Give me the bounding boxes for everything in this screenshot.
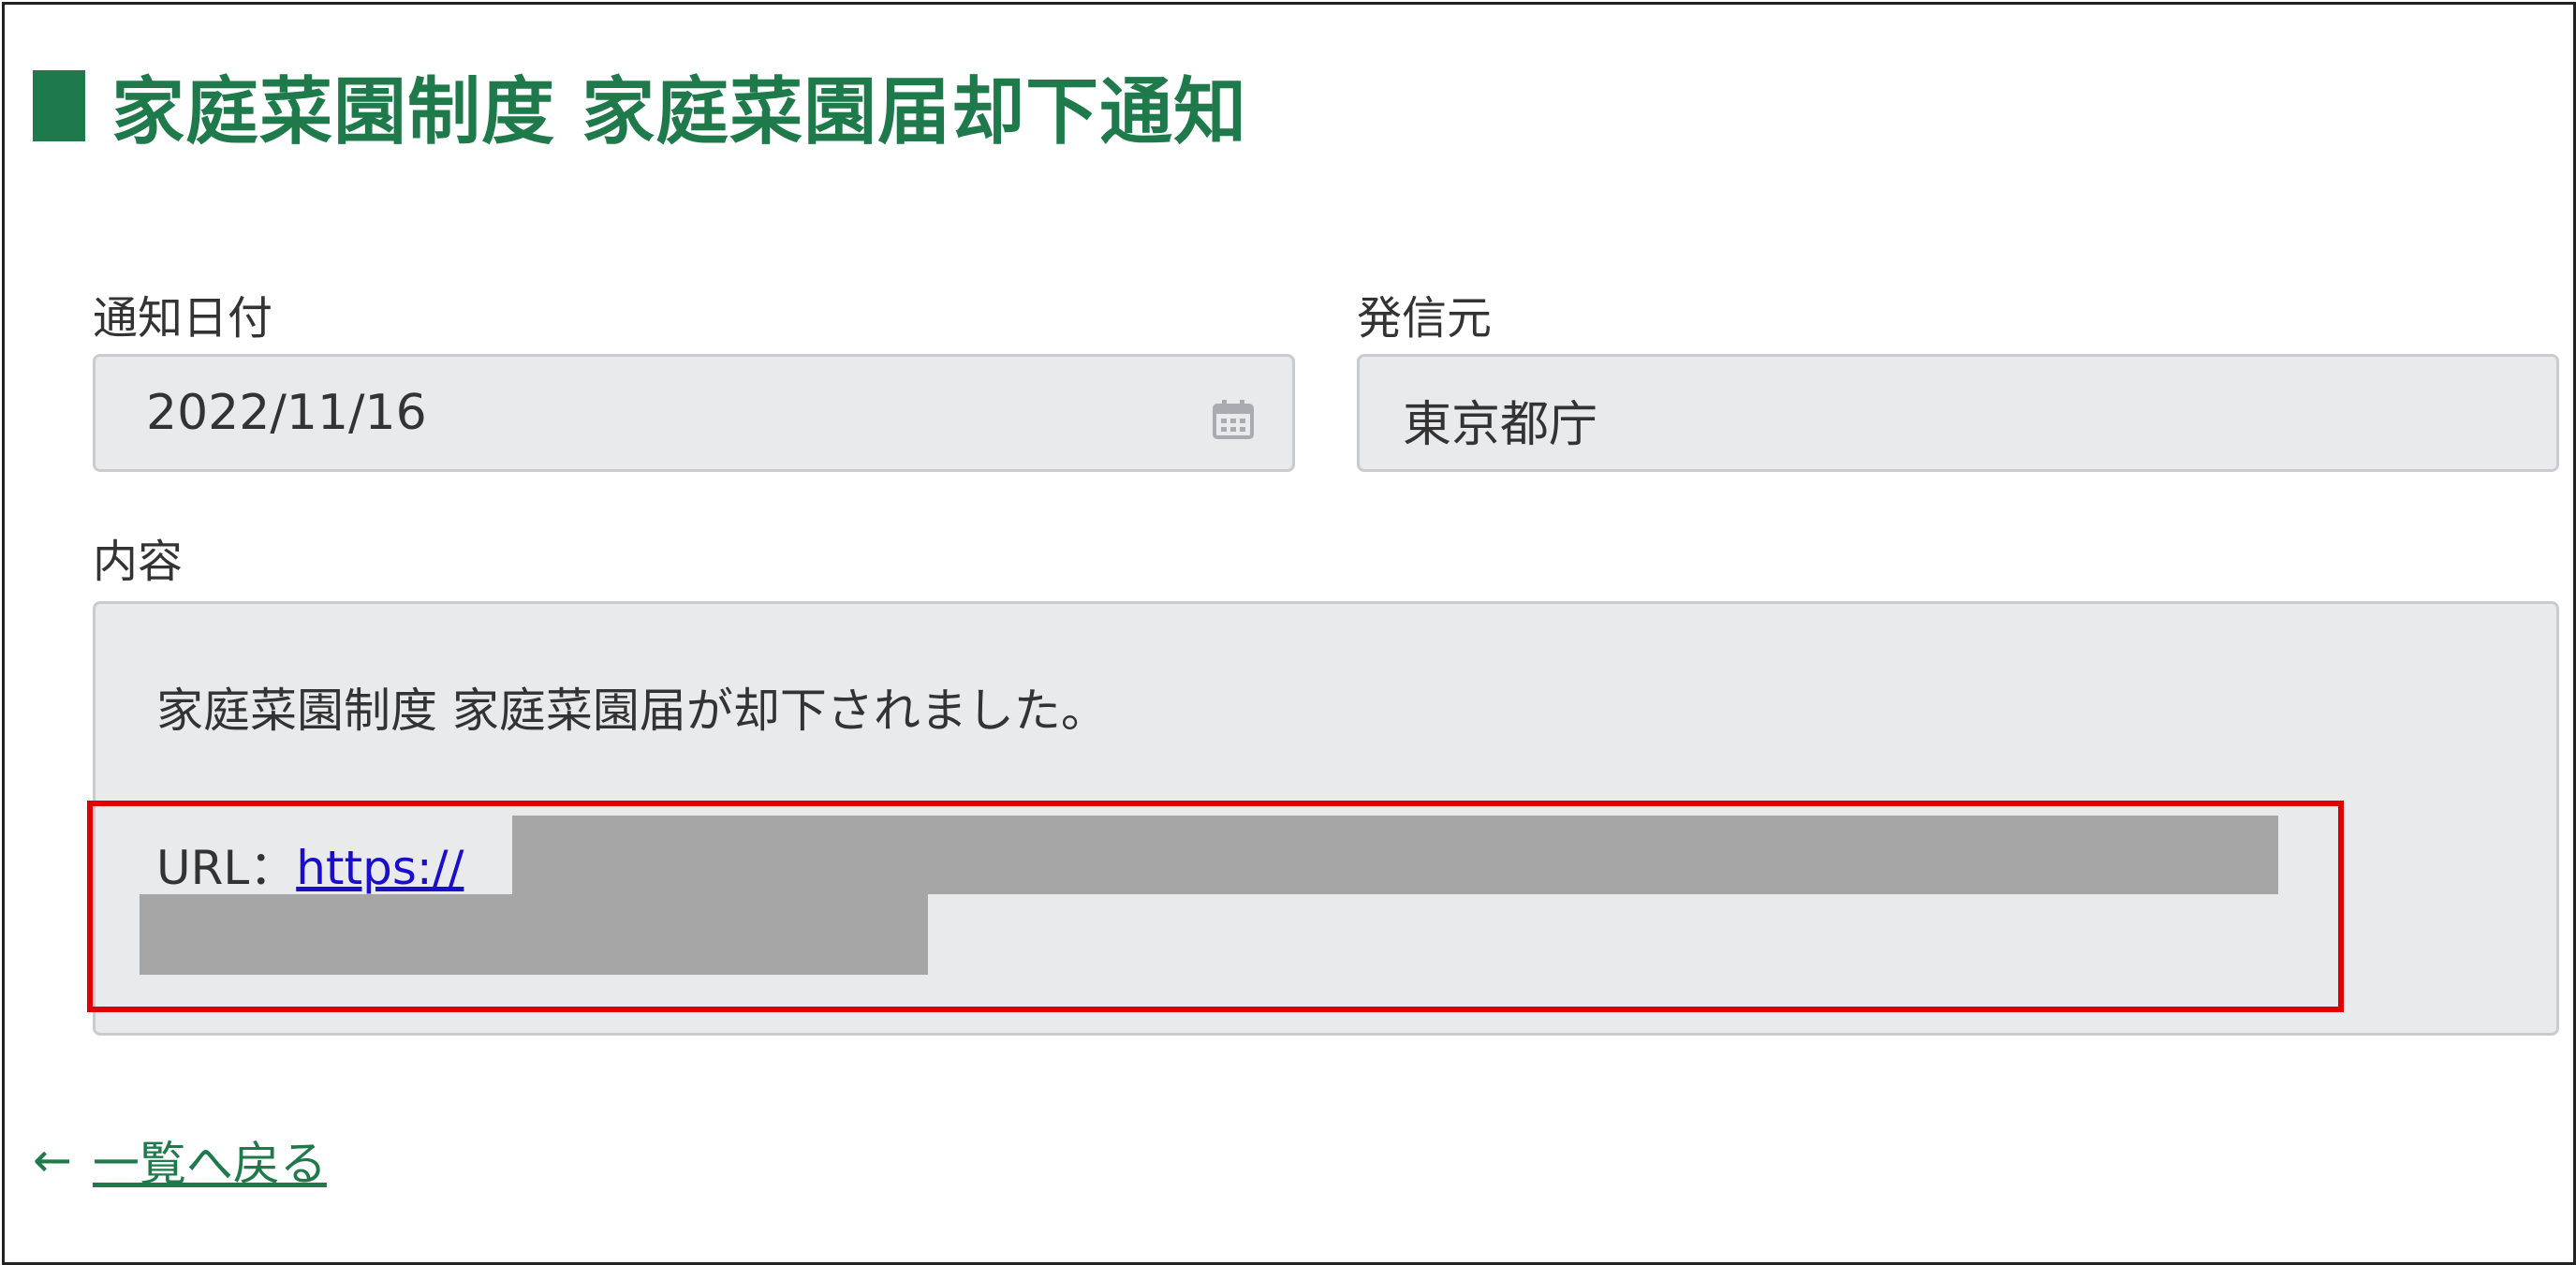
sender-value: 東京都庁 — [1403, 397, 1598, 453]
page-title-text: 家庭菜園制度 家庭菜園届却下通知 — [111, 70, 1248, 154]
sender-field[interactable]: 東京都庁 — [1357, 354, 2559, 472]
notification-date-label: 通知日付 — [93, 292, 273, 345]
title-accent-bar — [33, 70, 85, 141]
back-to-list-label[interactable]: 一覧へ戻る — [93, 1126, 327, 1194]
notification-date-value: 2022/11/16 — [146, 385, 427, 441]
content-message: 家庭菜園制度 家庭菜園届が却下されました。 — [156, 684, 1108, 738]
notification-date-field[interactable]: 2022/11/16 — [93, 354, 1295, 472]
calendar-icon[interactable] — [1212, 398, 1255, 441]
url-highlight-box — [87, 801, 2344, 1012]
notification-detail-panel: 家庭菜園制度 家庭菜園届却下通知 通知日付 2022/11/16 発信元 東京都… — [2, 2, 2576, 1265]
back-arrow-icon: ← — [33, 1133, 72, 1187]
back-to-list-link[interactable]: ← 一覧へ戻る — [33, 1126, 327, 1194]
sender-label: 発信元 — [1357, 292, 1493, 345]
page-title: 家庭菜園制度 家庭菜園届却下通知 — [33, 50, 1247, 162]
content-label: 内容 — [93, 536, 184, 588]
